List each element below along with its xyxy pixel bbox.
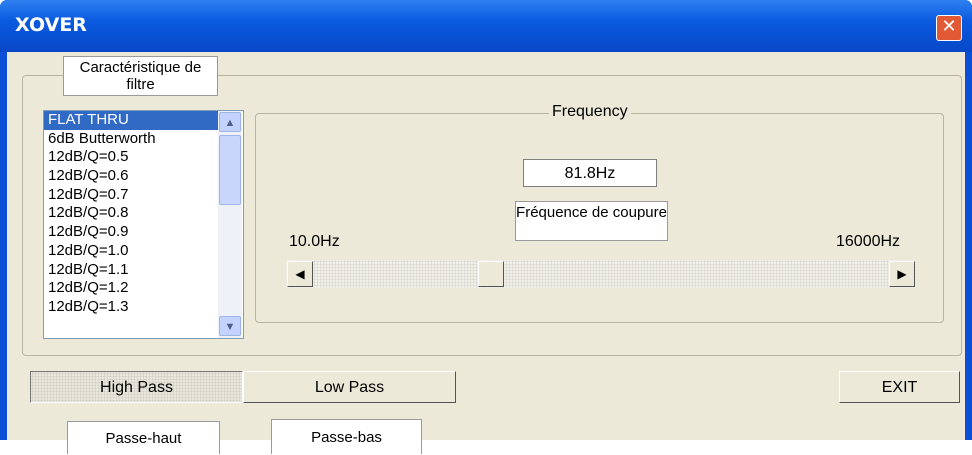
filter-list-item[interactable]: 12dB/Q=0.9	[44, 223, 218, 242]
arrow-right-icon: ▶	[897, 267, 907, 281]
slider-max-label: 16000Hz	[836, 233, 901, 250]
filter-list-item[interactable]: 12dB/Q=1.0	[44, 242, 218, 261]
filter-list-item[interactable]: FLAT THRU	[44, 111, 218, 130]
chevron-up-icon: ▲	[224, 117, 236, 129]
filter-list-item[interactable]: 12dB/Q=0.7	[44, 186, 218, 205]
filter-list-item[interactable]: 12dB/Q=1.3	[44, 298, 218, 317]
slider-min-label: 10.0Hz	[289, 233, 340, 250]
callout-filter-characteristic: Caractéristique de filtre	[63, 56, 218, 96]
close-button[interactable]: ✕	[936, 15, 962, 41]
filter-list-item[interactable]: 12dB/Q=0.5	[44, 148, 218, 167]
arrow-left-icon: ◀	[295, 267, 305, 281]
callout-cutoff-frequency: Fréquence de coupure	[515, 201, 668, 241]
window-title: XOVER	[15, 14, 87, 36]
filter-list-items: FLAT THRU 6dB Butterworth 12dB/Q=0.5 12dB/Q…	[44, 111, 218, 338]
slider-left-button[interactable]: ◀	[287, 261, 313, 287]
scroll-up-button[interactable]: ▲	[219, 112, 241, 132]
frequency-group-label: Frequency	[549, 103, 631, 121]
exit-button[interactable]: EXIT	[839, 371, 960, 403]
close-icon: ✕	[941, 16, 957, 37]
filter-list-item[interactable]: 12dB/Q=1.1	[44, 261, 218, 280]
frequency-slider[interactable]: ◀ ▶	[286, 260, 916, 288]
callout-high-pass: Passe-haut	[67, 421, 220, 454]
scroll-down-button[interactable]: ▼	[219, 316, 241, 336]
low-pass-button[interactable]: Low Pass	[243, 371, 456, 403]
frequency-value-display: 81.8Hz	[523, 159, 657, 187]
slider-right-button[interactable]: ▶	[889, 261, 915, 287]
list-scrollbar[interactable]: ▲ ▼	[218, 111, 242, 338]
filter-list-item[interactable]: 12dB/Q=0.8	[44, 204, 218, 223]
filter-list-item[interactable]: 12dB/Q=0.6	[44, 167, 218, 186]
slider-thumb[interactable]	[478, 261, 504, 287]
filter-list-item[interactable]: 6dB Butterworth	[44, 130, 218, 149]
high-pass-button[interactable]: High Pass	[30, 371, 243, 403]
title-bar: XOVER ✕	[0, 0, 972, 52]
callout-low-pass: Passe-bas	[271, 419, 422, 454]
chevron-down-icon: ▼	[224, 321, 236, 333]
scroll-thumb[interactable]	[219, 135, 241, 205]
filter-list-item[interactable]: 12dB/Q=1.2	[44, 279, 218, 298]
filter-type-list[interactable]: FLAT THRU 6dB Butterworth 12dB/Q=0.5 12dB/Q…	[43, 110, 244, 339]
